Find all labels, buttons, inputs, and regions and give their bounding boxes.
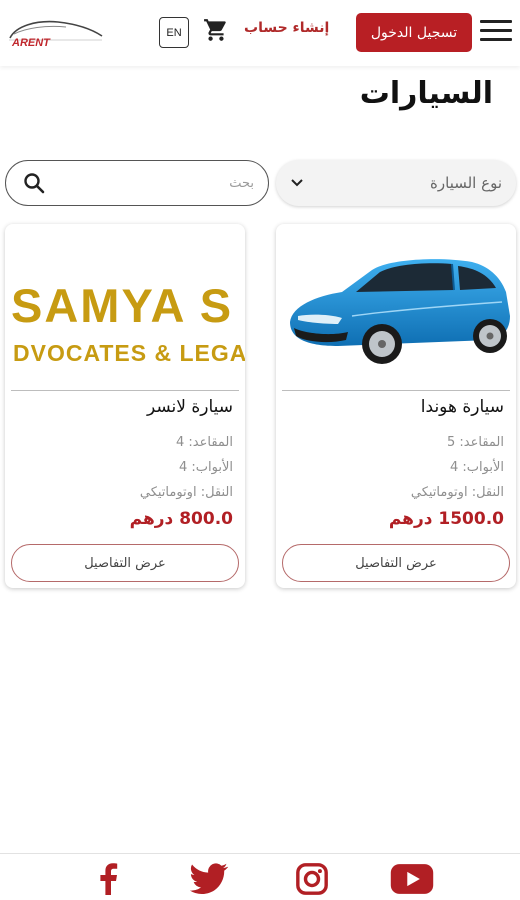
- image-text-line1: SAMYA S: [11, 279, 234, 332]
- search-box[interactable]: [5, 160, 269, 206]
- view-details-button[interactable]: عرض التفاصيل: [11, 544, 239, 582]
- cart-icon[interactable]: [203, 17, 229, 43]
- car-name: سيارة هوندا: [420, 397, 504, 417]
- register-link[interactable]: إنشاء حساب: [244, 20, 329, 36]
- language-toggle-button[interactable]: EN: [159, 17, 189, 48]
- twitter-icon[interactable]: [187, 862, 231, 896]
- instagram-icon[interactable]: [290, 862, 334, 896]
- login-button[interactable]: تسجيل الدخول: [356, 13, 472, 52]
- car-doors: الأبواب: 4: [449, 460, 504, 475]
- hamburger-menu-icon[interactable]: [480, 20, 512, 46]
- car-seats: المقاعد: 5: [447, 435, 504, 450]
- chevron-down-icon: [291, 179, 303, 187]
- car-transmission: النقل: اوتوماتيكي: [410, 485, 504, 500]
- car-card[interactable]: SAMYA S DVOCATES & LEGAL سيارة لانسر الم…: [5, 224, 245, 588]
- image-text-line2: DVOCATES & LEGAL: [13, 340, 245, 366]
- search-icon[interactable]: [22, 171, 46, 195]
- car-price: 800.0 درهم: [129, 509, 233, 529]
- facebook-icon[interactable]: [86, 862, 130, 896]
- car-seats: المقاعد: 4: [176, 435, 233, 450]
- arent-logo[interactable]: ARENT: [6, 14, 106, 52]
- logo-text: ARENT: [11, 37, 51, 49]
- footer: [0, 853, 520, 900]
- card-divider: [282, 390, 510, 391]
- car-image: SAMYA S DVOCATES & LEGAL: [5, 236, 245, 381]
- car-card[interactable]: سيارة هوندا المقاعد: 5 الأبواب: 4 النقل:…: [276, 224, 516, 588]
- car-name: سيارة لانسر: [146, 397, 233, 417]
- youtube-icon[interactable]: [390, 862, 434, 896]
- top-header: ARENT EN إنشاء حساب تسجيل الدخول: [0, 0, 520, 66]
- car-image: [276, 236, 516, 381]
- card-divider: [11, 390, 239, 391]
- view-details-button[interactable]: عرض التفاصيل: [282, 544, 510, 582]
- search-input[interactable]: [46, 175, 254, 191]
- page-title: السيارات: [359, 76, 493, 111]
- car-type-select[interactable]: نوع السيارة: [276, 160, 516, 206]
- car-transmission: النقل: اوتوماتيكي: [139, 485, 233, 500]
- car-price: 1500.0 درهم: [388, 509, 504, 529]
- car-type-label: نوع السيارة: [430, 174, 502, 192]
- car-doors: الأبواب: 4: [178, 460, 233, 475]
